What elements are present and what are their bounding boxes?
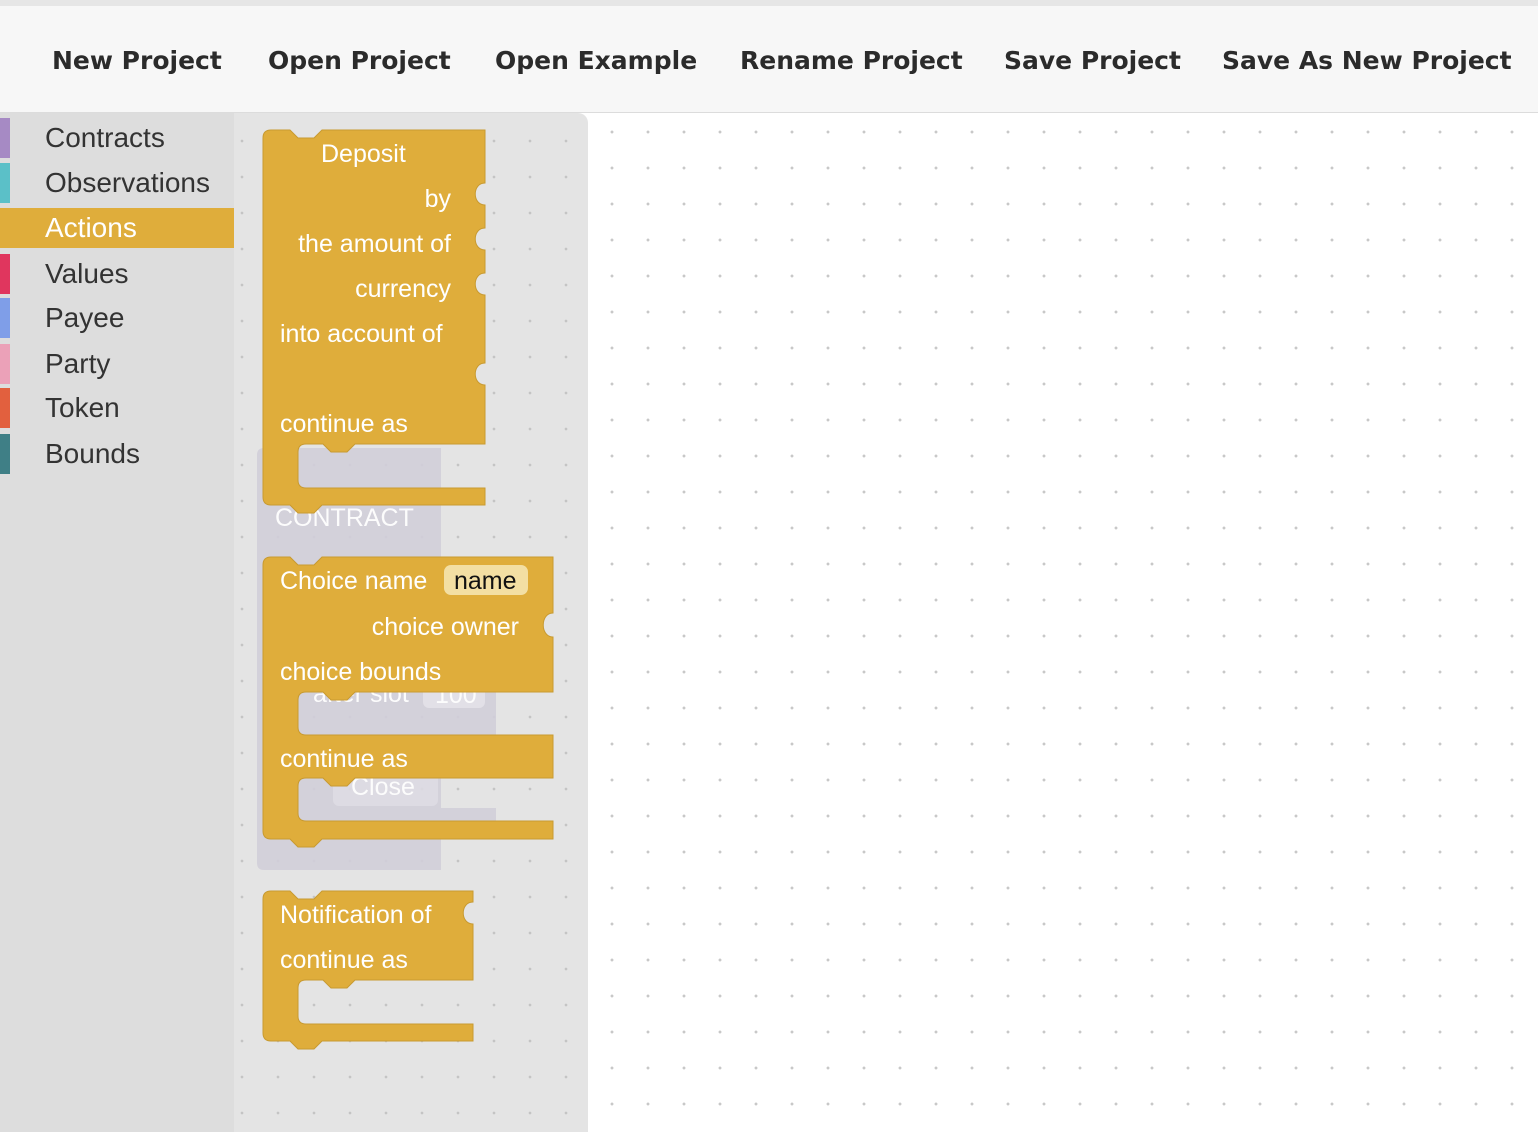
deposit-by-label: by (425, 185, 452, 213)
choice-title: Choice name (280, 567, 427, 595)
blocks-layer: CONTRACT after slot 100 Close Deposit by… (257, 129, 554, 1050)
deposit-currency-label: currency (355, 275, 451, 303)
notification-title: Notification of (280, 901, 432, 929)
deposit-into-label: into account of (280, 320, 443, 348)
choice-continue-label: continue as (280, 745, 408, 773)
deposit-amount-label: the amount of (298, 230, 451, 258)
choice-owner-label: choice owner (372, 613, 519, 641)
notification-continue-label: continue as (280, 946, 408, 974)
deposit-title: Deposit (321, 140, 406, 168)
choice-name-value: name (454, 567, 517, 595)
notification-block[interactable]: Notification of continue as (262, 890, 474, 1050)
deposit-continue-label: continue as (280, 410, 408, 438)
choice-bounds-label: choice bounds (280, 658, 441, 686)
